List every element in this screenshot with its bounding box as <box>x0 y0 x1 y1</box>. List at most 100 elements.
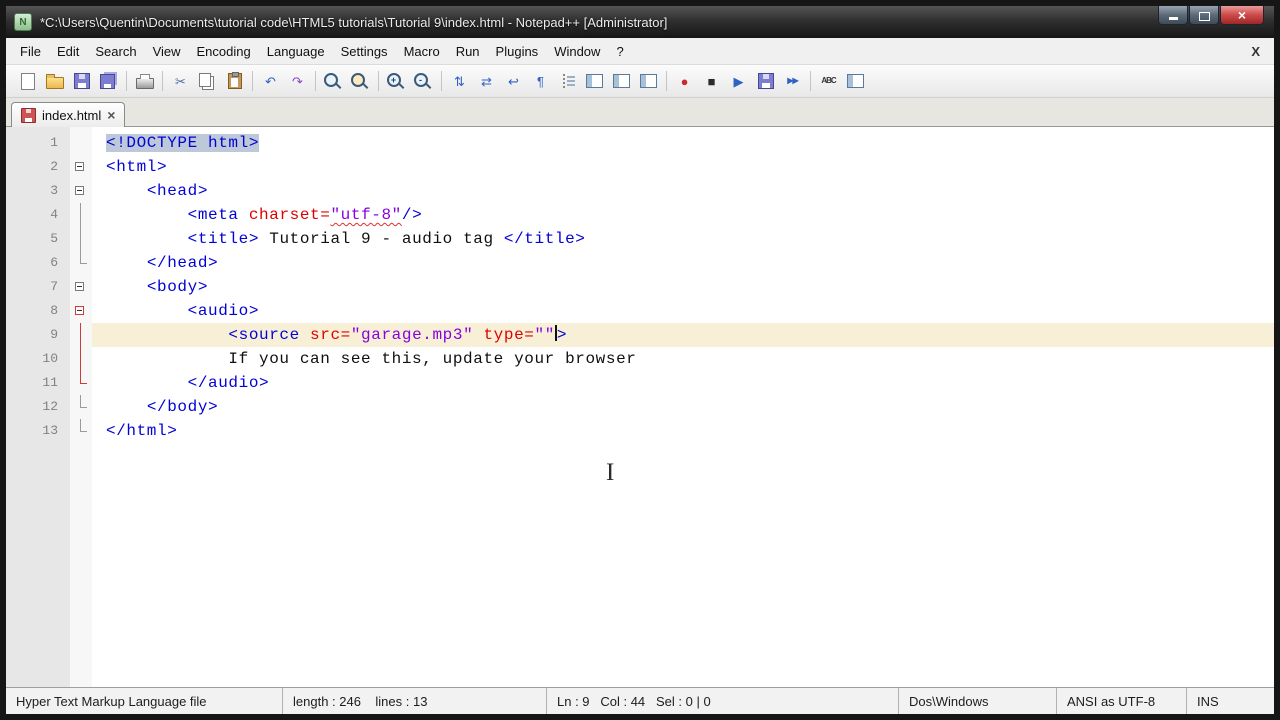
modified-file-icon <box>21 108 36 123</box>
fold-toggle-icon[interactable] <box>70 179 92 203</box>
menu-item-settings[interactable]: Settings <box>333 40 396 63</box>
open-file-icon[interactable] <box>41 68 68 94</box>
fold-margin <box>70 131 92 155</box>
menu-item-encoding[interactable]: Encoding <box>189 40 259 63</box>
editor[interactable]: 1<!DOCTYPE html>2<html>3 <head>4 <meta c… <box>6 127 1274 687</box>
line-number: 9 <box>6 323 70 347</box>
minimize-button[interactable] <box>1158 6 1188 25</box>
undo-icon[interactable]: ↶ <box>257 68 284 94</box>
menu-item-window[interactable]: Window <box>546 40 608 63</box>
menu-item-run[interactable]: Run <box>448 40 488 63</box>
code-text[interactable]: <html> <box>92 155 1274 179</box>
toolbar-separator <box>378 71 379 91</box>
spell-check-icon[interactable]: ABC <box>815 68 842 94</box>
cut-icon[interactable]: ✂ <box>167 68 194 94</box>
user-defined-dialog-icon[interactable] <box>581 68 608 94</box>
macro-run-multiple-icon[interactable]: ▶▶ <box>779 68 806 94</box>
function-list-icon[interactable] <box>635 68 662 94</box>
code-line: 10 If you can see this, update your brow… <box>6 347 1274 371</box>
print-icon[interactable] <box>131 68 158 94</box>
fold-toggle-icon[interactable] <box>70 155 92 179</box>
code-text[interactable]: </body> <box>92 395 1274 419</box>
fold-margin <box>70 395 92 419</box>
copy-icon[interactable] <box>194 68 221 94</box>
menu-item-help[interactable]: ? <box>608 40 631 63</box>
line-number: 6 <box>6 251 70 275</box>
code-line: 9 <source src="garage.mp3" type=""> <box>6 323 1274 347</box>
sync-scroll-horizontal-icon[interactable]: ⇄ <box>473 68 500 94</box>
line-number: 10 <box>6 347 70 371</box>
toolbar-separator <box>666 71 667 91</box>
status-bar: Hyper Text Markup Language file length :… <box>6 687 1274 714</box>
fold-toggle-icon[interactable] <box>70 299 92 323</box>
menu-item-view[interactable]: View <box>145 40 189 63</box>
replace-icon[interactable] <box>347 68 374 94</box>
minimize-icon <box>1169 17 1178 20</box>
doc-map-icon[interactable] <box>608 68 635 94</box>
tab-index-html[interactable]: index.html <box>11 102 125 127</box>
line-number: 13 <box>6 419 70 443</box>
save-all-icon[interactable] <box>95 68 122 94</box>
code-text[interactable]: </audio> <box>92 371 1274 395</box>
close-button[interactable] <box>1220 6 1264 25</box>
code-text[interactable]: <source src="garage.mp3" type=""> <box>92 323 1274 347</box>
code-text[interactable]: <head> <box>92 179 1274 203</box>
tab-bar: index.html <box>6 98 1274 127</box>
code-line: 1 <!DOCTYPE html> <box>6 131 1274 155</box>
save-icon[interactable] <box>68 68 95 94</box>
code-text[interactable]: </html> <box>92 419 1274 443</box>
menu-item-file[interactable]: File <box>12 40 49 63</box>
code-text[interactable]: If you can see this, update your browser <box>92 347 1274 371</box>
redo-icon[interactable]: ↷ <box>284 68 311 94</box>
fold-margin <box>70 371 92 395</box>
notepadpp-window: *C:\Users\Quentin\Documents\tutorial cod… <box>0 0 1280 720</box>
menubar-close-icon[interactable]: X <box>1251 44 1260 59</box>
menu-item-macro[interactable]: Macro <box>396 40 448 63</box>
code-text[interactable]: <audio> <box>92 299 1274 323</box>
code-line: 7 <body> <box>6 275 1274 299</box>
sync-scroll-vertical-icon[interactable]: ⇅ <box>446 68 473 94</box>
doc-switcher-icon[interactable] <box>842 68 869 94</box>
code-line: 8 <audio> <box>6 299 1274 323</box>
code-text[interactable]: <meta charset="utf-8"/> <box>92 203 1274 227</box>
status-eol-format: Dos\Windows <box>898 688 1056 714</box>
line-number: 2 <box>6 155 70 179</box>
paste-icon[interactable] <box>221 68 248 94</box>
macro-stop-icon[interactable]: ■ <box>698 68 725 94</box>
line-number: 1 <box>6 131 70 155</box>
menu-item-edit[interactable]: Edit <box>49 40 87 63</box>
word-wrap-icon[interactable]: ↩ <box>500 68 527 94</box>
notepadpp-app-icon[interactable] <box>14 13 32 31</box>
find-icon[interactable] <box>320 68 347 94</box>
line-number: 5 <box>6 227 70 251</box>
fold-toggle-icon[interactable] <box>70 275 92 299</box>
title-bar: *C:\Users\Quentin\Documents\tutorial cod… <box>6 6 1274 38</box>
maximize-button[interactable] <box>1189 6 1219 25</box>
menu-item-language[interactable]: Language <box>259 40 333 63</box>
macro-playback-icon[interactable]: ▶ <box>725 68 752 94</box>
show-indent-guide-icon[interactable] <box>554 68 581 94</box>
line-number: 3 <box>6 179 70 203</box>
status-length-lines: length : 246 lines : 13 <box>282 688 546 714</box>
line-number: 12 <box>6 395 70 419</box>
code-text[interactable]: <title> Tutorial 9 - audio tag </title> <box>92 227 1274 251</box>
fold-margin <box>70 419 92 443</box>
status-encoding: ANSI as UTF-8 <box>1056 688 1186 714</box>
code-text[interactable]: <!DOCTYPE html> <box>92 131 1274 155</box>
toolbar: ✂↶↷⇅⇄↩¶●■▶▶▶ABC <box>6 65 1274 98</box>
zoom-in-icon[interactable] <box>383 68 410 94</box>
show-all-characters-icon[interactable]: ¶ <box>527 68 554 94</box>
zoom-out-icon[interactable] <box>410 68 437 94</box>
tab-close-icon[interactable] <box>107 108 115 122</box>
code-line: 5 <title> Tutorial 9 - audio tag </title… <box>6 227 1274 251</box>
menu-item-plugins[interactable]: Plugins <box>488 40 547 63</box>
status-insert-mode: INS <box>1186 688 1274 714</box>
code-text[interactable]: </head> <box>92 251 1274 275</box>
macro-record-icon[interactable]: ● <box>671 68 698 94</box>
new-file-icon[interactable] <box>14 68 41 94</box>
line-number: 8 <box>6 299 70 323</box>
menu-item-search[interactable]: Search <box>87 40 144 63</box>
code-text[interactable]: <body> <box>92 275 1274 299</box>
macro-save-icon[interactable] <box>752 68 779 94</box>
toolbar-separator <box>162 71 163 91</box>
